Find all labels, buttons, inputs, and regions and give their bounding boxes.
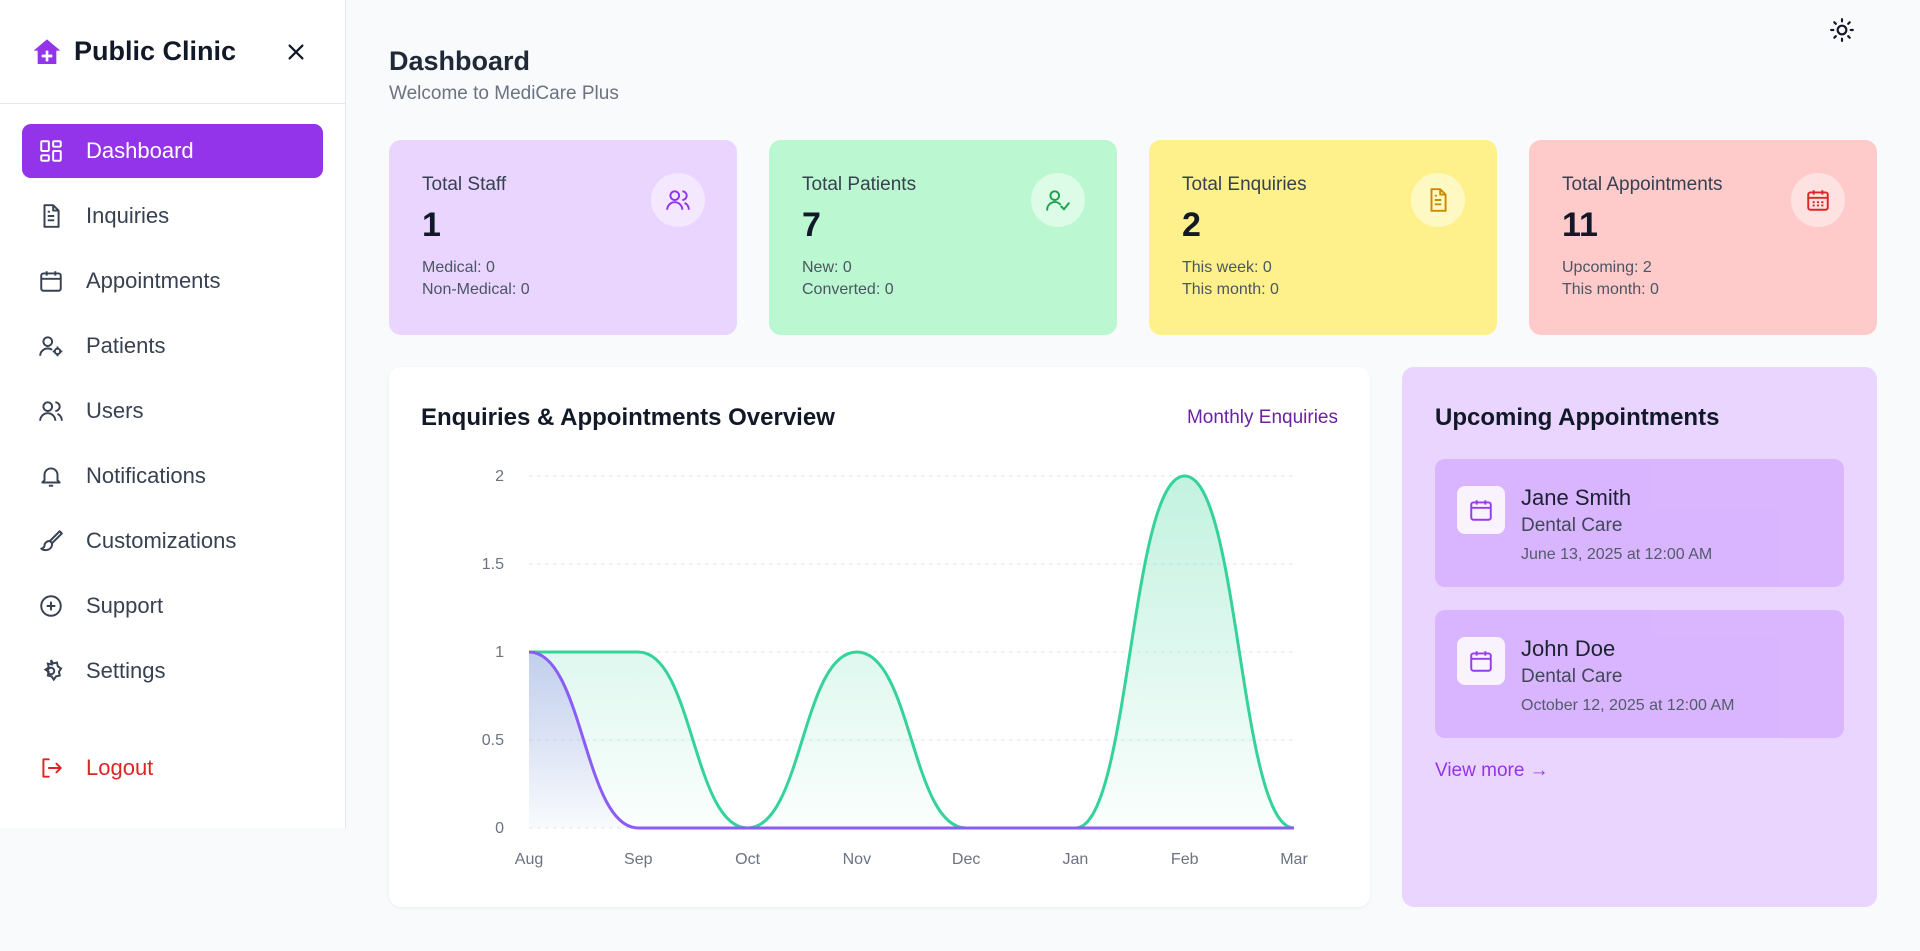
overview-chart: 0 0.5 1 1.5 2 Aug Sep Oct Nov Dec Jan Feb Mar [482,468,1309,868]
sidebar-item-appointments[interactable]: Appointments [22,254,323,308]
logout-label: Logout [86,755,154,780]
sidebar-item-support[interactable]: Support [22,579,323,633]
brand-header: Public Clinic [0,0,345,104]
appointment-date: October 12, 2025 at 12:00 AM [1521,697,1735,714]
calendar-icon [1457,486,1505,534]
sidebar-item-label: Dashboard [86,138,194,163]
sidebar: Public Clinic Dashboard Inquiries Appoin… [0,0,346,828]
user-check-icon [1031,173,1085,227]
plus-circle-icon [40,595,62,617]
x-tick-label: Mar [1280,851,1308,868]
logout-button[interactable]: Logout [22,741,323,795]
x-tick-label: Jan [1063,851,1089,868]
sidebar-item-users[interactable]: Users [22,384,323,438]
sidebar-item-patients[interactable]: Patients [22,319,323,373]
y-tick-label: 0.5 [482,732,504,749]
upcoming-appointments-panel: Upcoming Appointments Jane Smith Dental … [1402,367,1877,907]
sun-icon[interactable] [1826,14,1858,46]
stat-detail: Non-Medical: 0 [422,281,530,298]
sidebar-item-label: Customizations [86,528,237,553]
sidebar-item-label: Patients [86,333,166,358]
y-tick-label: 1 [495,644,504,661]
appointment-name: John Doe [1521,636,1616,661]
sidebar-item-label: Support [86,593,164,618]
view-more-link[interactable]: View more → [1435,760,1844,782]
stat-card-enquiries: Total Enquiries 2 This week: 0 This mont… [1149,140,1497,335]
appointment-date: June 13, 2025 at 12:00 AM [1521,546,1713,563]
sidebar-item-settings[interactable]: Settings [22,644,323,698]
x-tick-label: Sep [624,851,653,868]
stat-detail: This month: 0 [1562,281,1659,298]
calendar-icon [1791,173,1845,227]
stat-detail: Converted: 0 [802,281,894,298]
x-tick-label: Aug [515,851,543,868]
calendar-icon [40,271,62,292]
appointment-card[interactable]: Jane Smith Dental Care June 13, 2025 at … [1435,459,1844,587]
page-subtitle: Welcome to MediCare Plus [389,83,619,104]
stat-detail: New: 0 [802,259,852,276]
sidebar-item-notifications[interactable]: Notifications [22,449,323,503]
dashboard-icon [40,140,62,162]
users-icon [39,401,63,421]
stat-card-appointments: Total Appointments 11 Upcoming: 2 This m… [1529,140,1877,335]
clinic-home-icon [30,35,64,69]
logout-icon [42,758,62,778]
sidebar-nav: Dashboard Inquiries Appointments Patient… [0,104,345,795]
stat-card-patients: Total Patients 7 New: 0 Converted: 0 [769,140,1117,335]
appointment-service: Dental Care [1521,666,1623,687]
stat-detail: Upcoming: 2 [1562,259,1652,276]
upcoming-title: Upcoming Appointments [1435,404,1720,431]
gear-icon [43,659,63,682]
stat-detail: Medical: 0 [422,259,495,276]
sidebar-item-inquiries[interactable]: Inquiries [22,189,323,243]
appointment-card[interactable]: John Doe Dental Care October 12, 2025 at… [1435,610,1844,738]
sidebar-item-label: Appointments [86,268,221,293]
x-tick-label: Feb [1171,851,1199,868]
stat-detail: This week: 0 [1182,259,1272,276]
stat-detail: This month: 0 [1182,281,1279,298]
y-tick-label: 1.5 [482,556,504,573]
users-icon [651,173,705,227]
stat-card-staff: Total Staff 1 Medical: 0 Non-Medical: 0 [389,140,737,335]
user-cog-icon [39,336,63,357]
x-tick-label: Oct [735,851,760,868]
overview-chart-card: Enquiries & Appointments Overview Monthl… [389,367,1370,907]
close-icon[interactable] [280,36,312,68]
x-tick-label: Nov [843,851,871,868]
sidebar-item-label: Inquiries [86,203,170,228]
x-tick-label: Dec [952,851,980,868]
sidebar-item-dashboard[interactable]: Dashboard [22,124,323,178]
sidebar-item-customizations[interactable]: Customizations [22,514,323,568]
y-tick-label: 0 [495,820,504,837]
appointment-name: Jane Smith [1521,485,1632,510]
document-icon [1411,173,1465,227]
appointment-service: Dental Care [1521,515,1623,536]
bell-icon [41,467,61,487]
page-title: Dashboard [389,46,531,76]
brand-name: Public Clinic [74,36,237,66]
document-icon [43,204,60,228]
brush-icon [40,530,63,552]
sidebar-item-label: Notifications [86,463,206,488]
calendar-icon [1457,637,1505,685]
y-tick-label: 2 [495,468,504,485]
sidebar-item-label: Settings [86,658,166,683]
sidebar-item-label: Users [86,398,144,423]
